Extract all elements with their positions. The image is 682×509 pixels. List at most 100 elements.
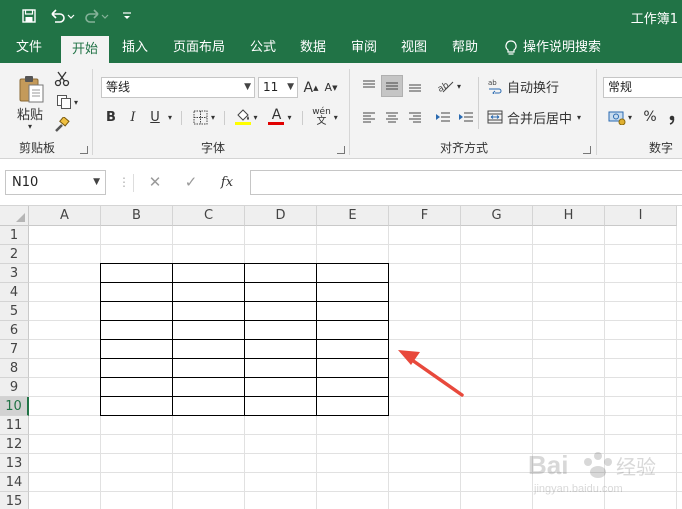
column-header-i[interactable]: I [605, 206, 677, 226]
accounting-format-button[interactable]: ▾ [604, 106, 636, 128]
row-header-14[interactable]: 14 [0, 473, 29, 492]
bordered-cell-e7[interactable] [316, 339, 389, 359]
row-header-7[interactable]: 7 [0, 340, 29, 359]
bordered-cell-e5[interactable] [316, 301, 389, 321]
column-header-e[interactable]: E [317, 206, 389, 226]
bordered-cell-b9[interactable] [100, 377, 173, 397]
row-header-5[interactable]: 5 [0, 302, 29, 321]
bordered-cell-d8[interactable] [244, 358, 317, 378]
tab-file[interactable]: 文件 [8, 33, 50, 63]
top-align-button[interactable] [358, 75, 380, 97]
bordered-cell-c9[interactable] [172, 377, 245, 397]
align-right-button[interactable] [404, 106, 426, 128]
bordered-cell-e3[interactable] [316, 263, 389, 283]
row-header-4[interactable]: 4 [0, 283, 29, 302]
column-header-a[interactable]: A [29, 206, 101, 226]
bordered-cell-b6[interactable] [100, 320, 173, 340]
clipboard-launcher-icon[interactable] [80, 146, 88, 154]
bordered-cell-c3[interactable] [172, 263, 245, 283]
copy-button[interactable]: ▾ [52, 92, 82, 112]
bordered-cell-c8[interactable] [172, 358, 245, 378]
bordered-cell-d3[interactable] [244, 263, 317, 283]
align-center-button[interactable] [381, 106, 403, 128]
select-all-button[interactable] [0, 206, 29, 226]
row-header-9[interactable]: 9 [0, 378, 29, 397]
borders-button[interactable]: ▾ [188, 106, 220, 128]
row-header-1[interactable]: 1 [0, 226, 29, 245]
enter-button[interactable]: ✓ [178, 170, 204, 195]
tab-page-layout[interactable]: 页面布局 [166, 33, 232, 63]
chevron-down-icon[interactable]: ▾ [165, 106, 175, 128]
italic-button[interactable]: I [124, 106, 142, 128]
tab-data[interactable]: 数据 [292, 33, 334, 63]
bold-button[interactable]: B [102, 106, 120, 128]
tab-view[interactable]: 视图 [393, 33, 435, 63]
font-size-select[interactable]: 11 ▼ [258, 77, 298, 98]
bordered-cell-d6[interactable] [244, 320, 317, 340]
row-header-3[interactable]: 3 [0, 264, 29, 283]
column-header-h[interactable]: H [533, 206, 605, 226]
bordered-cell-b5[interactable] [100, 301, 173, 321]
column-header-g[interactable]: G [461, 206, 533, 226]
bordered-cell-d10[interactable] [244, 396, 317, 416]
phonetic-guide-button[interactable]: wén 文 ▾ [308, 106, 342, 128]
customize-toolbar-icon[interactable] [120, 7, 134, 25]
bordered-cell-e8[interactable] [316, 358, 389, 378]
row-header-15[interactable]: 15 [0, 492, 29, 509]
bordered-cell-c4[interactable] [172, 282, 245, 302]
bordered-cell-e6[interactable] [316, 320, 389, 340]
tab-review[interactable]: 审阅 [343, 33, 385, 63]
align-left-button[interactable] [358, 106, 380, 128]
column-header-b[interactable]: B [101, 206, 173, 226]
insert-function-button[interactable]: fx [214, 170, 240, 195]
middle-align-button[interactable] [381, 75, 403, 97]
row-header-11[interactable]: 11 [0, 416, 29, 435]
bordered-cell-e4[interactable] [316, 282, 389, 302]
bottom-align-button[interactable] [404, 75, 426, 97]
font-color-button[interactable]: A ▾ [264, 106, 296, 128]
fill-color-button[interactable]: ▾ [230, 106, 262, 128]
bordered-cell-c6[interactable] [172, 320, 245, 340]
row-header-10[interactable]: 10 [0, 397, 29, 416]
row-header-8[interactable]: 8 [0, 359, 29, 378]
number-format-select[interactable]: 常规 [603, 77, 682, 98]
bordered-cell-b4[interactable] [100, 282, 173, 302]
save-icon[interactable] [19, 7, 39, 25]
undo-icon[interactable] [48, 7, 76, 25]
increase-indent-button[interactable] [455, 106, 477, 128]
bordered-cell-d5[interactable] [244, 301, 317, 321]
bordered-cell-b10[interactable] [100, 396, 173, 416]
tell-me-search[interactable]: 操作说明搜索 [505, 33, 601, 63]
row-header-13[interactable]: 13 [0, 454, 29, 473]
bordered-cell-b7[interactable] [100, 339, 173, 359]
font-launcher-icon[interactable] [337, 146, 345, 154]
merge-center-button[interactable]: 合并后居中 ▾ [487, 106, 587, 128]
bordered-cell-e10[interactable] [316, 396, 389, 416]
bordered-cell-b8[interactable] [100, 358, 173, 378]
bordered-cell-d4[interactable] [244, 282, 317, 302]
increase-font-button[interactable]: A ▲ [302, 77, 320, 98]
orientation-button[interactable]: ab ▾ [432, 75, 466, 97]
wrap-text-button[interactable]: ab 自动换行 [487, 75, 567, 97]
bordered-cell-e9[interactable] [316, 377, 389, 397]
comma-style-button[interactable] [662, 106, 682, 128]
font-name-select[interactable]: 等线 ▼ [101, 77, 255, 98]
redo-icon[interactable] [84, 7, 112, 25]
paste-button[interactable]: 粘贴 ▾ [10, 69, 50, 135]
bordered-cell-c7[interactable] [172, 339, 245, 359]
decrease-indent-button[interactable] [432, 106, 454, 128]
underline-button[interactable]: U [146, 106, 164, 128]
tab-help[interactable]: 帮助 [444, 33, 486, 63]
spreadsheet-grid[interactable]: A B C D E F G H I 1 2 3 4 5 6 7 8 9 10 11 12 13 14 15 [0, 206, 682, 509]
row-header-12[interactable]: 12 [0, 435, 29, 454]
alignment-launcher-icon[interactable] [583, 146, 591, 154]
bordered-cell-d7[interactable] [244, 339, 317, 359]
cut-button[interactable] [52, 69, 72, 89]
decrease-font-button[interactable]: A ▼ [322, 77, 340, 98]
bordered-cell-d9[interactable] [244, 377, 317, 397]
percent-style-button[interactable]: % [640, 106, 660, 128]
bordered-cell-b3[interactable] [100, 263, 173, 283]
bordered-cell-c10[interactable] [172, 396, 245, 416]
bordered-cell-c5[interactable] [172, 301, 245, 321]
column-header-c[interactable]: C [173, 206, 245, 226]
